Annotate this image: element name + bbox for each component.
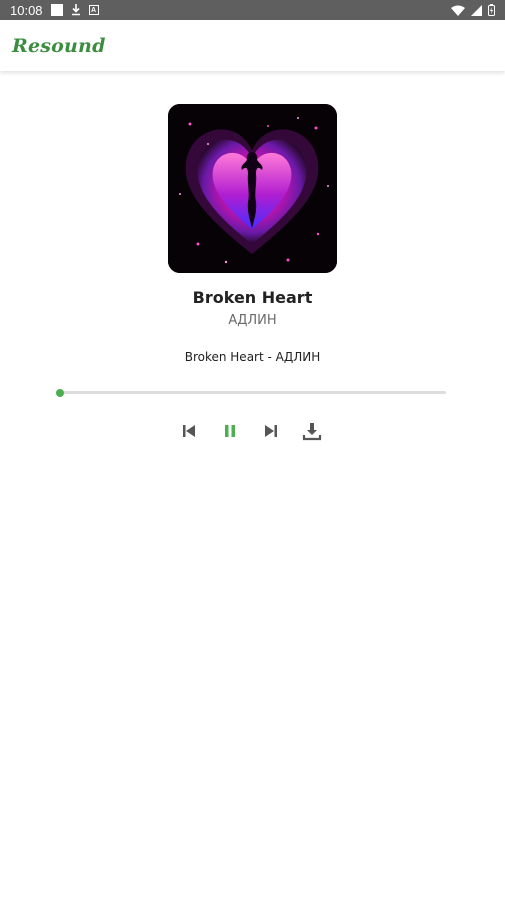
- now-playing-label: Broken Heart - АДЛИН: [184, 350, 321, 364]
- track-artist: АДЛИН: [228, 313, 277, 328]
- status-time: 10:08: [10, 2, 43, 18]
- app-title: Resound: [12, 34, 106, 57]
- skip-previous-icon: [183, 425, 195, 437]
- app-bar: Resound: [0, 20, 505, 71]
- download-icon: [302, 423, 322, 441]
- status-bar: 10:08 A: [0, 0, 505, 20]
- system-icons: [451, 4, 495, 16]
- wifi-icon: [451, 5, 465, 16]
- download-notification-icon: [71, 4, 80, 16]
- seek-thumb[interactable]: [56, 389, 64, 397]
- pause-icon: [225, 425, 235, 437]
- next-button[interactable]: [260, 420, 282, 442]
- skip-next-icon: [265, 425, 277, 437]
- signal-icon: [471, 4, 482, 16]
- track-title: Broken Heart: [192, 288, 313, 307]
- download-button[interactable]: [301, 420, 323, 442]
- seek-track: [60, 391, 446, 394]
- seek-bar[interactable]: [56, 389, 446, 397]
- album-art-image: [168, 104, 337, 273]
- album-art: [168, 104, 337, 273]
- battery-icon: [488, 4, 495, 16]
- notification-square-icon: [50, 4, 63, 16]
- notification-icons: A: [50, 4, 99, 16]
- pause-button[interactable]: [219, 420, 241, 442]
- app-notification-icon: A: [88, 5, 99, 15]
- previous-button[interactable]: [178, 420, 200, 442]
- playback-controls: [0, 420, 505, 442]
